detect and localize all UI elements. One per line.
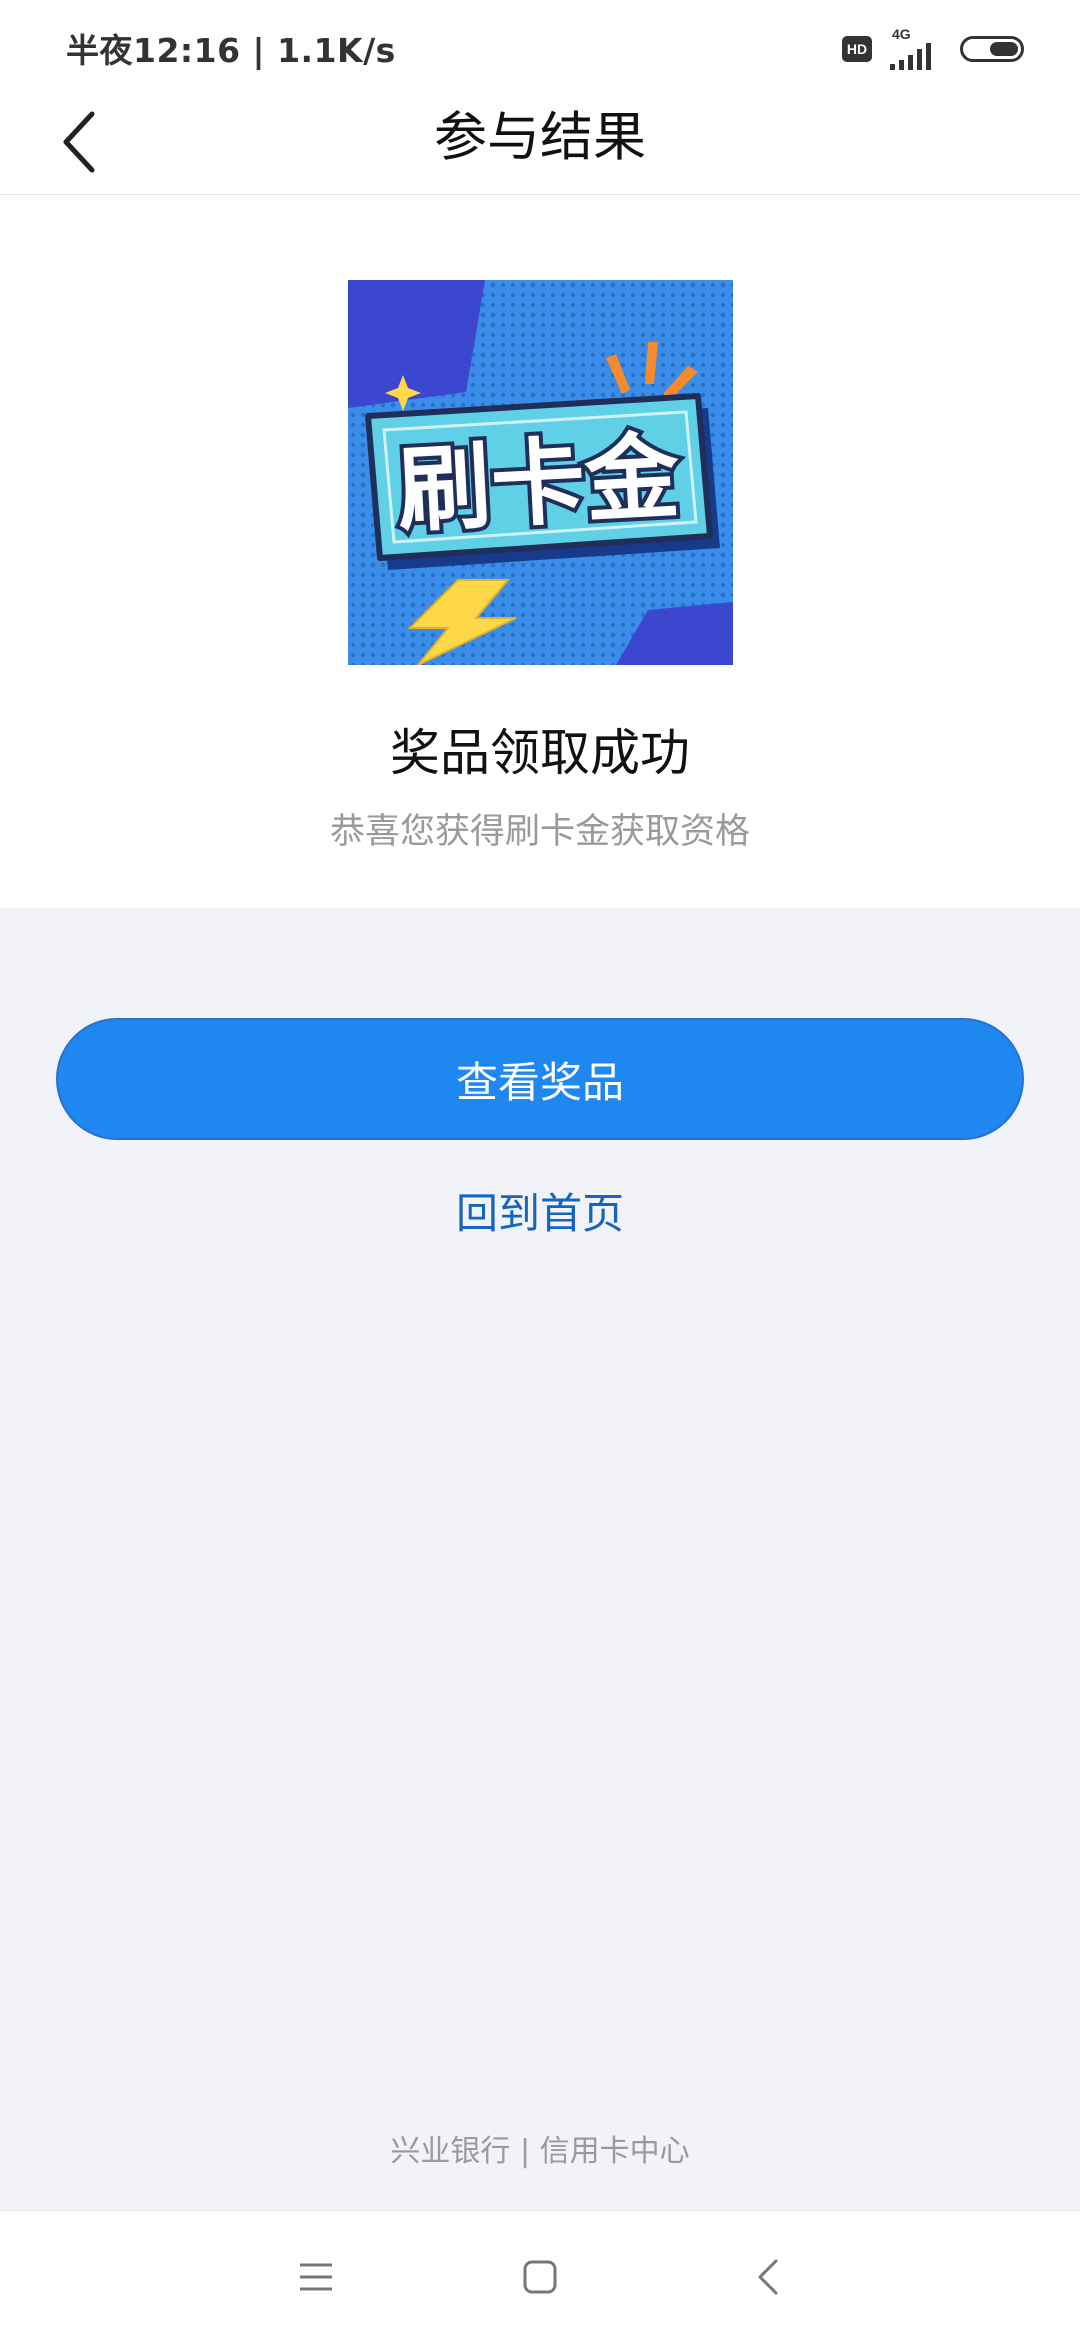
home-square-icon (523, 2260, 557, 2294)
page-title: 参与结果 (434, 107, 646, 168)
network-type-label: 4G (892, 26, 911, 42)
back-triangle-icon (758, 2259, 778, 2295)
system-nav-bar (0, 2210, 1080, 2341)
result-card: 刷卡金 奖品领取成功 恭喜您获得刷卡金获取资格 (0, 195, 1080, 908)
signal-icon: 4G (884, 26, 948, 72)
menu-icon (300, 2263, 332, 2291)
home-button[interactable] (510, 2247, 570, 2307)
battery-icon (960, 36, 1024, 62)
menu-button[interactable] (286, 2247, 346, 2307)
result-subtitle: 恭喜您获得刷卡金获取资格 (329, 812, 750, 852)
prize-image: 刷卡金 (348, 280, 733, 666)
status-bar: 半夜12:16 | 1.1K/s HD 4G (0, 0, 1080, 88)
result-title: 奖品领取成功 (390, 724, 690, 782)
hd-icon: HD (842, 36, 872, 62)
signal-bars-icon (890, 43, 931, 70)
header-bar: 参与结果 (0, 88, 1080, 195)
view-prize-button[interactable]: 查看奖品 (56, 1018, 1024, 1140)
prize-image-text: 刷卡金 (395, 423, 683, 547)
prize-illustration: 刷卡金 (348, 280, 733, 666)
system-back-button[interactable] (738, 2247, 798, 2307)
back-home-link[interactable]: 回到首页 (0, 1180, 1080, 1241)
footer-text: 兴业银行 | 信用卡中心 (390, 2134, 690, 2169)
status-time-speed: 半夜12:16 | 1.1K/s (66, 31, 396, 70)
status-icons: HD 4G (842, 26, 1024, 72)
